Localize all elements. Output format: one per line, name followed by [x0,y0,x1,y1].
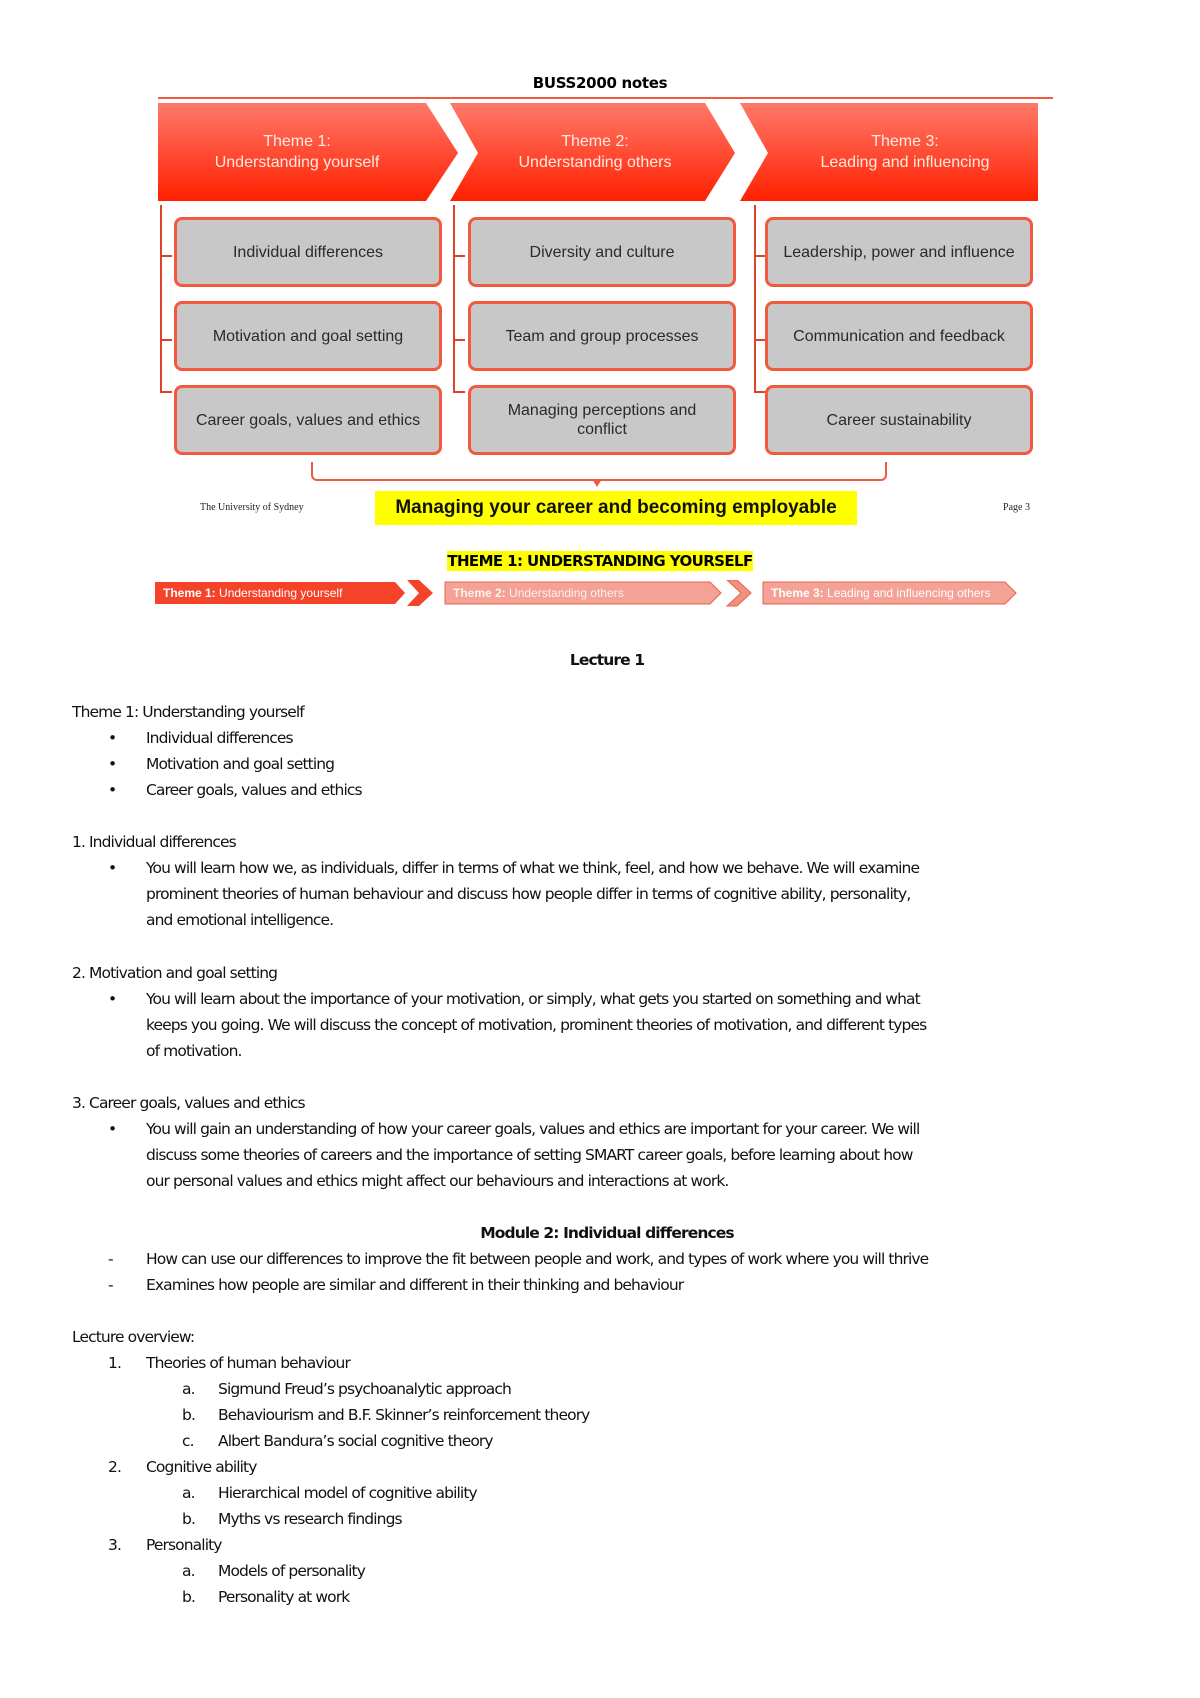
module-heading: Module 2: Individual differences [480,1224,734,1242]
list-number: 1. [108,1354,122,1372]
list-subitem: Personality at work [218,1588,350,1606]
paragraph-line: of motivation. [146,1042,242,1060]
list-item: Individual differences [146,729,294,747]
theme-progress-strip: Theme 1: Understanding yourself Theme 2:… [155,580,1055,608]
theme-2-number: Theme 2: [561,133,629,150]
paragraph-line: prominent theories of human behaviour an… [146,885,911,903]
topic-box: Individual differences [174,217,442,287]
list-subitem: Sigmund Freud’s psychoanalytic approach [218,1380,512,1398]
theme-3-arrow-label: Theme 3: Leading and influencing others [771,586,991,600]
list-letter: a. [182,1380,196,1398]
theme-2-arrow-label: Theme 2: Understanding others [453,586,624,600]
list-item: Career goals, values and ethics [146,781,363,799]
theme-line: Theme 1: Understanding yourself [72,703,305,721]
theme-3-number: Theme 3: [871,133,939,150]
list-item: Theories of human behaviour [146,1354,351,1372]
topic-box: Communication and feedback [765,301,1033,371]
list-letter: a. [182,1484,196,1502]
list-number: 2. [108,1458,122,1476]
list-item: Motivation and goal setting [146,755,335,773]
paragraph-line: and emotional intelligence. [146,911,334,929]
theme-2-name: Understanding others [518,154,672,171]
theme-1-heading-text: THEME 1: UNDERSTANDING YOURSELF [447,551,753,571]
paragraph-line: discuss some theories of careers and the… [146,1146,913,1164]
theme-1-arrow-label: Theme 1: Understanding yourself [163,586,343,600]
topic-box: Team and group processes [468,301,736,371]
connector-tick [453,391,465,393]
dash-icon: - [108,1276,114,1294]
slide-page-number: Page 3 [1003,502,1030,513]
section-title: 1. Individual differences [72,833,237,851]
chevron-icon [407,580,433,606]
paragraph-line: You will learn how we, as individuals, d… [146,859,920,877]
list-letter: b. [182,1406,196,1424]
topic-box: Leadership, power and influence [765,217,1033,287]
connector-tick [160,339,172,341]
theme-1-heading: THEME 1: UNDERSTANDING YOURSELF [0,551,1200,571]
brace-tip [592,479,602,487]
chevron-icon [725,580,752,607]
bullet-icon: • [108,729,117,747]
list-letter: b. [182,1588,196,1606]
bullet-icon: • [108,1120,117,1138]
theme-2-connector [453,205,455,393]
connector-tick [453,339,465,341]
theme-1-number: Theme 1: [263,133,331,150]
list-item: Cognitive ability [146,1458,257,1476]
list-subitem: Albert Bandura’s social cognitive theory [218,1432,494,1450]
career-banner: Managing your career and becoming employ… [375,491,857,525]
theme-1-connector [160,205,162,393]
connector-tick [160,255,172,257]
slide-footer-university: The University of Sydney [200,502,304,513]
list-letter: a. [182,1562,196,1580]
paragraph-line: You will gain an understanding of how yo… [146,1120,920,1138]
themes-diagram: Theme 1: Understanding yourself Theme 2: U… [150,95,1053,530]
list-subitem: Myths vs research findings [218,1510,403,1528]
topic-box: Motivation and goal setting [174,301,442,371]
theme-1-name: Understanding yourself [214,154,380,171]
bullet-icon: • [108,781,117,799]
bullet-icon: • [108,859,117,877]
theme-3-connector [754,205,756,393]
list-item: Examines how people are similar and diff… [146,1276,684,1294]
topic-box: Career goals, values and ethics [174,385,442,455]
bullet-icon: • [108,755,117,773]
paragraph-line: our personal values and ethics might aff… [146,1172,729,1190]
section-title: 2. Motivation and goal setting [72,964,278,982]
section-title: 3. Career goals, values and ethics [72,1094,306,1112]
connector-tick [453,255,465,257]
document-title: BUSS2000 notes [532,74,668,92]
topic-box: Managing perceptions and conflict [468,385,736,455]
list-number: 3. [108,1536,122,1554]
dash-icon: - [108,1250,114,1268]
bullet-icon: • [108,990,117,1008]
connector-tick [160,391,172,393]
theme-1-header: Theme 1: Understanding yourself [158,103,458,203]
list-letter: c. [182,1432,195,1450]
lecture-heading: Lecture 1 [569,651,645,669]
list-subitem: Behaviourism and B.F. Skinner’s reinforc… [218,1406,590,1424]
topic-box: Diversity and culture [468,217,736,287]
list-item: How can use our differences to improve t… [146,1250,929,1268]
theme-2-header: Theme 2: Understanding others [450,103,735,203]
list-item: Personality [146,1536,222,1554]
topic-box: Career sustainability [765,385,1033,455]
list-subitem: Hierarchical model of cognitive ability [218,1484,478,1502]
list-letter: b. [182,1510,196,1528]
paragraph-line: You will learn about the importance of y… [146,990,921,1008]
list-subitem: Models of personality [218,1562,366,1580]
theme-3-header: Theme 3: Leading and influencing [740,103,1040,203]
title-rule [158,97,1053,99]
overview-label: Lecture overview: [72,1328,195,1346]
theme-3-name: Leading and influencing [820,154,990,171]
paragraph-line: keeps you going. We will discuss the con… [146,1016,927,1034]
